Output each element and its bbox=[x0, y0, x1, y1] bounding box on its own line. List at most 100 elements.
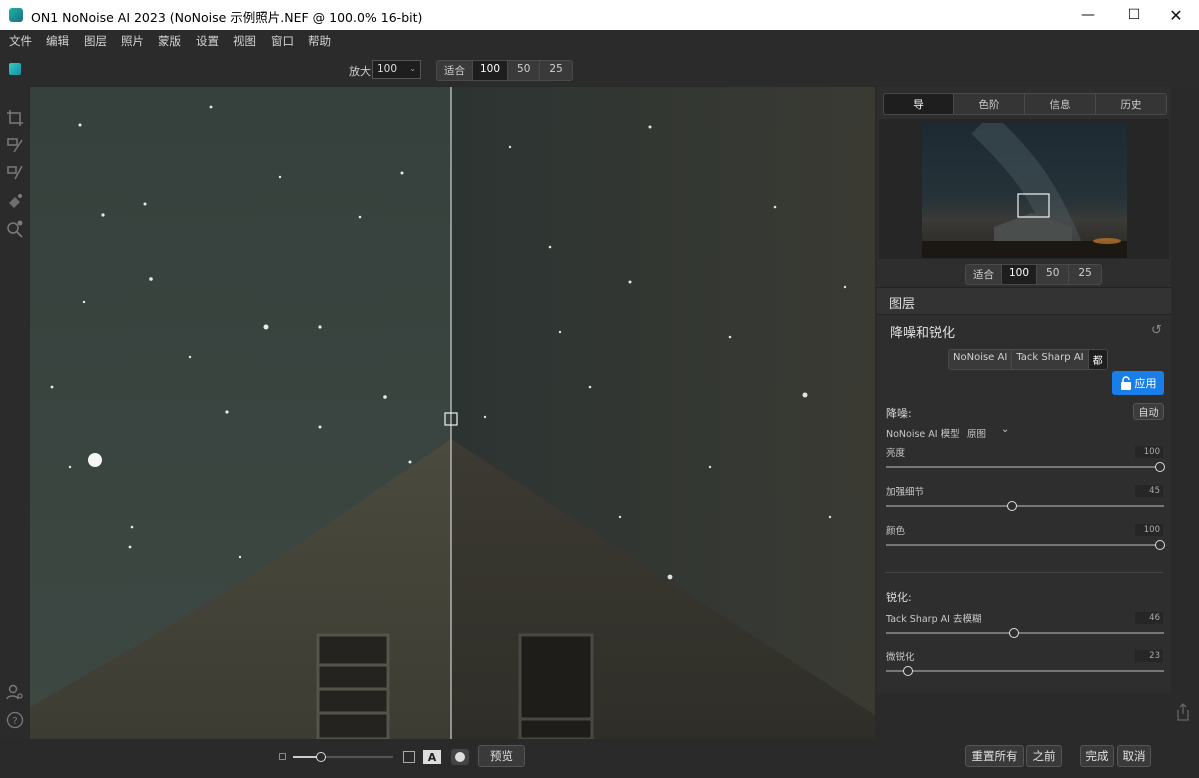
size-slider-track bbox=[321, 756, 393, 758]
tab-history[interactable]: 历史 bbox=[1095, 93, 1167, 115]
slider-knob[interactable] bbox=[1155, 462, 1165, 472]
slider-label: 颜色 bbox=[886, 526, 906, 537]
apply-label: 应用 bbox=[1134, 377, 1157, 390]
before-button[interactable]: 之前 bbox=[1026, 745, 1062, 767]
chevron-down-icon[interactable]: ⌄ bbox=[1001, 424, 1009, 435]
unlock-icon bbox=[1120, 376, 1131, 390]
large-thumb-icon bbox=[403, 751, 415, 763]
image-canvas[interactable] bbox=[30, 87, 875, 739]
brush-icon[interactable] bbox=[5, 137, 25, 157]
close-icon[interactable]: ✕ bbox=[1153, 0, 1199, 30]
slider-value[interactable]: 45 bbox=[1135, 485, 1163, 497]
slider-value[interactable]: 100 bbox=[1135, 446, 1163, 458]
zoom-presets: 适合 100 50 25 bbox=[436, 60, 573, 81]
menu-window[interactable]: 窗口 bbox=[271, 33, 294, 49]
svg-text:?: ? bbox=[12, 716, 17, 727]
eraser-icon[interactable] bbox=[5, 192, 25, 212]
small-thumb-icon bbox=[279, 753, 286, 760]
menu-mask[interactable]: 蒙版 bbox=[158, 33, 181, 49]
slider-knob[interactable] bbox=[1155, 540, 1165, 550]
menu-photo[interactable]: 照片 bbox=[121, 33, 144, 49]
app-logo-icon bbox=[9, 63, 21, 75]
tool-strip: ? bbox=[0, 87, 30, 747]
menu-layers[interactable]: 图层 bbox=[84, 33, 107, 49]
menu-edit[interactable]: 编辑 bbox=[46, 33, 69, 49]
panel-title: 降噪和锐化 bbox=[890, 326, 956, 341]
menu-help[interactable]: 帮助 bbox=[308, 33, 331, 49]
bottom-bar: A 预览 重置所有 之前 完成 取消 bbox=[0, 739, 1199, 778]
done-button[interactable]: 完成 bbox=[1080, 745, 1114, 767]
slider-value[interactable]: 100 bbox=[1135, 524, 1163, 536]
zoom-select-value: 100 bbox=[377, 63, 398, 75]
maximize-icon[interactable]: ☐ bbox=[1111, 0, 1157, 30]
slider-value[interactable]: 23 bbox=[1135, 650, 1163, 662]
text-mode-icon[interactable]: A bbox=[423, 750, 441, 764]
minimize-icon[interactable]: — bbox=[1065, 0, 1111, 30]
model-label: NoNoise AI 模型 bbox=[886, 429, 960, 440]
slider-knob[interactable] bbox=[902, 666, 913, 676]
help-icon[interactable]: ? bbox=[5, 711, 25, 731]
nav-zoom-25[interactable]: 25 bbox=[1069, 265, 1100, 284]
size-slider-knob[interactable] bbox=[316, 752, 326, 762]
slider-knob[interactable] bbox=[1006, 501, 1017, 511]
zoom-preset-50[interactable]: 50 bbox=[508, 61, 541, 80]
share-icon[interactable] bbox=[1175, 703, 1191, 721]
menu-file[interactable]: 文件 bbox=[9, 33, 32, 49]
crop-icon[interactable] bbox=[5, 109, 25, 129]
slider-label: Tack Sharp AI 去模糊 bbox=[886, 614, 982, 625]
zoom-preset-25[interactable]: 25 bbox=[540, 61, 571, 80]
tab-levels[interactable]: 色阶 bbox=[953, 93, 1025, 115]
slider-track[interactable] bbox=[886, 632, 1164, 634]
mode-tab-tacksharp[interactable]: Tack Sharp AI bbox=[1012, 350, 1089, 369]
zoom-preset-fit[interactable]: 适合 bbox=[437, 61, 473, 80]
chevron-down-icon: ⌄ bbox=[409, 64, 416, 73]
zoom-label: 放大 bbox=[349, 65, 371, 78]
slider-track[interactable] bbox=[886, 670, 1164, 672]
zoom-select[interactable]: 100 ⌄ bbox=[372, 60, 421, 79]
navigator-thumbnail[interactable] bbox=[922, 123, 1127, 258]
refine-brush-icon[interactable] bbox=[5, 164, 25, 184]
reset-icon[interactable]: ↺ bbox=[1151, 323, 1162, 338]
slider-knob[interactable] bbox=[1009, 628, 1020, 638]
mask-view-icon[interactable] bbox=[451, 749, 469, 765]
tab-info[interactable]: 信息 bbox=[1024, 93, 1096, 115]
menu-view[interactable]: 视图 bbox=[233, 33, 256, 49]
sharpen-section-title: 锐化: bbox=[886, 591, 912, 604]
slider-track[interactable] bbox=[886, 505, 1164, 507]
cancel-button[interactable]: 取消 bbox=[1117, 745, 1151, 767]
slider-label: 加强细节 bbox=[886, 487, 925, 498]
right-panel: 导 色阶 信息 历史 适合 100 50 25 图层 降噪和锐化 ↺ NoNoi… bbox=[877, 87, 1171, 693]
slider-track[interactable] bbox=[886, 544, 1164, 546]
mode-tabs: NoNoise AI Tack Sharp AI 都 bbox=[948, 349, 1108, 370]
nav-zoom-100[interactable]: 100 bbox=[1002, 265, 1038, 284]
slider-label: 微锐化 bbox=[886, 652, 915, 663]
zoom-tool-icon[interactable] bbox=[5, 220, 25, 240]
nav-zoom-50[interactable]: 50 bbox=[1037, 265, 1070, 284]
model-select[interactable]: 原图 bbox=[967, 426, 986, 440]
auto-button[interactable]: 自动 bbox=[1133, 403, 1164, 420]
people-icon[interactable] bbox=[5, 683, 25, 703]
reset-all-button[interactable]: 重置所有 bbox=[965, 745, 1024, 767]
toolbar: 放大 100 ⌄ 适合 100 50 25 bbox=[0, 52, 1199, 86]
noise-section-title: 降噪: bbox=[886, 407, 912, 420]
title-bar: ON1 NoNoise AI 2023 (NoNoise 示例照片.NEF @ … bbox=[0, 0, 1199, 30]
tab-navigator[interactable]: 导 bbox=[883, 93, 954, 115]
app-icon bbox=[9, 8, 23, 22]
mode-tab-both[interactable]: 都 bbox=[1088, 350, 1107, 369]
layers-header[interactable]: 图层 bbox=[877, 287, 1171, 315]
zoom-preset-100[interactable]: 100 bbox=[473, 61, 509, 80]
photo-preview bbox=[30, 87, 875, 739]
mode-tab-nonoise[interactable]: NoNoise AI bbox=[949, 350, 1013, 369]
slider-label: 亮度 bbox=[886, 448, 906, 459]
divider bbox=[885, 572, 1163, 573]
menu-bar: 文件 编辑 图层 照片 蒙版 设置 视图 窗口 帮助 bbox=[0, 30, 1199, 52]
apply-button[interactable]: 应用 bbox=[1112, 371, 1164, 395]
layers-title: 图层 bbox=[889, 297, 916, 312]
preview-button[interactable]: 预览 bbox=[478, 745, 525, 767]
slider-value[interactable]: 46 bbox=[1135, 612, 1163, 624]
navigator-zoom-presets: 适合 100 50 25 bbox=[965, 264, 1102, 285]
menu-settings[interactable]: 设置 bbox=[196, 33, 219, 49]
slider-track[interactable] bbox=[886, 466, 1164, 468]
window-title: ON1 NoNoise AI 2023 (NoNoise 示例照片.NEF @ … bbox=[31, 10, 423, 25]
nav-zoom-fit[interactable]: 适合 bbox=[966, 265, 1002, 284]
